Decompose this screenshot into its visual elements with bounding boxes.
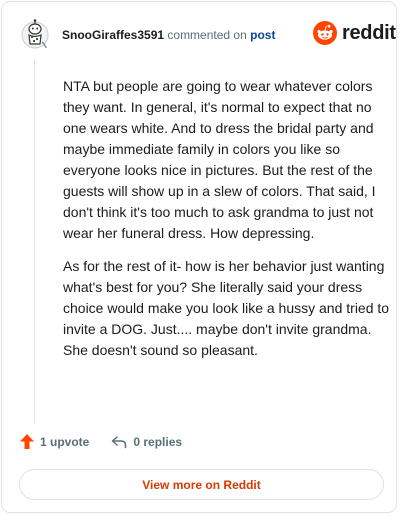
post-link[interactable]: post xyxy=(250,28,275,42)
view-more-button[interactable]: View more on Reddit xyxy=(19,469,384,500)
reddit-snoo-icon xyxy=(313,21,337,45)
comment-actions: 1 upvote 0 replies xyxy=(20,434,204,449)
snoo-avatar-icon xyxy=(21,19,49,49)
comment-action-text: commented on xyxy=(167,28,247,42)
upvote-count: 1 upvote xyxy=(40,434,90,449)
thread-line xyxy=(34,60,35,424)
upvote-arrow-icon xyxy=(20,434,34,449)
replies-count: 0 replies xyxy=(133,434,183,449)
reply-icon xyxy=(112,435,127,448)
comment-card: SnooGiraffes3591 commented on post reddi… xyxy=(1,1,397,513)
user-avatar[interactable] xyxy=(20,18,50,50)
username-link[interactable]: SnooGiraffes3591 xyxy=(62,28,164,42)
comment-body: NTA but people are going to wear whateve… xyxy=(63,76,393,373)
comment-meta: SnooGiraffes3591 commented on post xyxy=(62,27,275,43)
upvote-button[interactable]: 1 upvote xyxy=(20,434,89,449)
reddit-logo[interactable]: reddit xyxy=(313,21,396,45)
comment-paragraph-2: As for the rest of it- how is her behavi… xyxy=(63,258,390,358)
comment-paragraph-1: NTA but people are going to wear whateve… xyxy=(63,78,376,241)
reddit-wordmark: reddit xyxy=(342,21,396,44)
replies-button[interactable]: 0 replies xyxy=(111,435,182,449)
